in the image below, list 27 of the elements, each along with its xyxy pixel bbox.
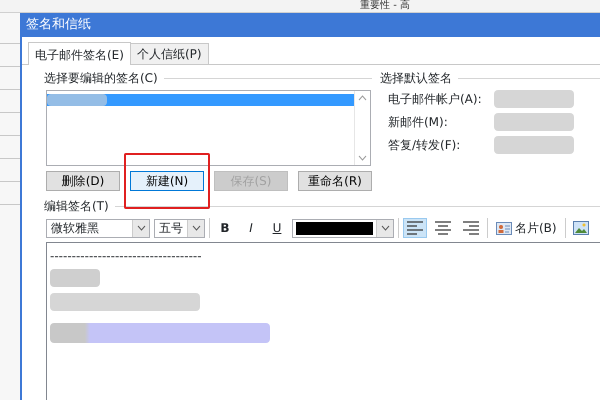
field-label: 电子邮件帐户(A): [388,90,483,108]
align-icon [461,219,481,237]
format-button[interactable]: I [240,218,262,238]
contact-card-icon [496,222,512,234]
group-heading: 编辑签名(T) [44,198,109,215]
group-heading: 选择默认签名 [380,70,452,87]
group-heading: 选择要编辑的签名(C) [44,70,158,87]
color-select[interactable] [292,218,394,238]
align-icon [405,219,425,237]
picture-icon [572,221,589,235]
signature-editor[interactable]: ----------------------------------- [46,242,600,400]
tab[interactable]: 电子邮件签名(E) [28,42,131,65]
font-select[interactable]: 微软雅黑 [46,218,150,238]
size-select[interactable]: 五号 [154,218,205,238]
tab[interactable]: 个人信纸(P) [130,43,209,64]
window-title: 签名和信纸 [22,13,600,37]
format-button[interactable]: U [266,218,288,238]
business-card-button[interactable]: 名片(B) [492,219,561,237]
dialog-button[interactable]: 删除(D) [46,171,120,191]
dialog-button[interactable]: 新建(N) [130,171,204,191]
dialog-button[interactable]: 重命名(R) [298,171,372,191]
separator-text: ----------------------------------- [50,249,203,263]
format-button[interactable]: B [214,218,236,238]
align-button[interactable] [403,218,427,238]
field-label: 答复/转发(F): [388,136,462,154]
field-label: 新邮件(M): [388,114,449,130]
align-icon [433,219,453,237]
